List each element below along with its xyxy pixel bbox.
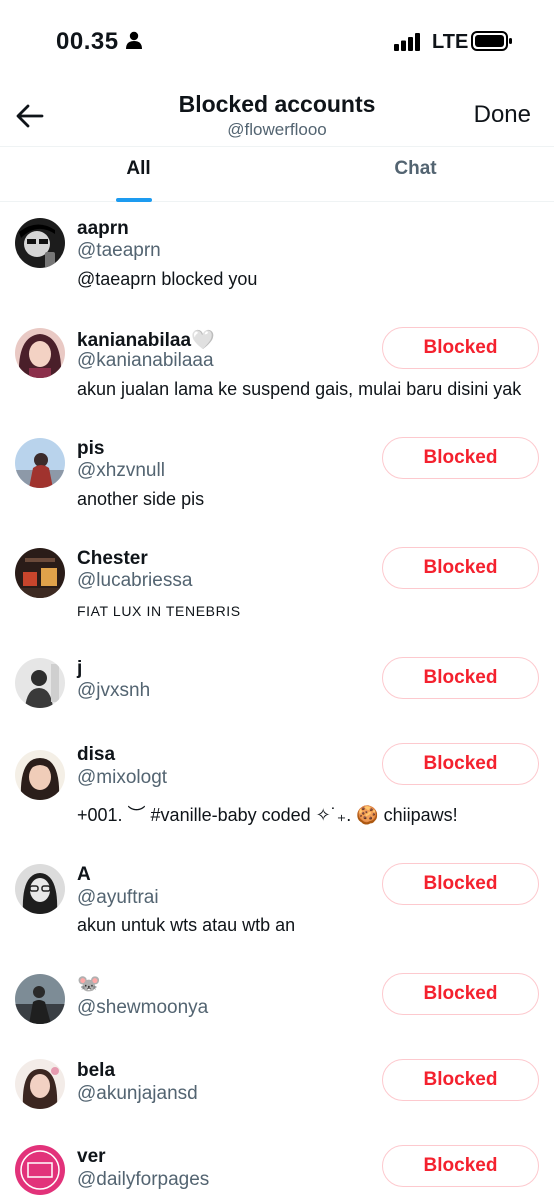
status-bar: 00.35 LTE [0,0,554,80]
account-row[interactable]: pis @xhzvnull another side pis Blocked [0,421,554,531]
account-row[interactable]: A @ayuftrai akun untuk wts atau wtb an B… [0,857,554,967]
account-bio: FIAT LUX IN TENEBRIS [77,603,241,619]
page-title: Blocked accounts [178,91,376,117]
account-handle: @shewmoonya [77,997,209,1018]
account-bio: akun jualan lama ke suspend gais, mulai … [77,379,522,399]
account-handle: @kanianabilaaa [77,350,214,371]
status-time: 00.35 [56,28,119,55]
blocked-button[interactable]: Blocked [382,1059,539,1101]
account-handle: @jvxsnh [77,680,151,701]
avatar[interactable] [15,438,65,488]
avatar[interactable] [15,750,65,800]
top-bar: Blocked accounts @flowerflooo Done [0,80,554,146]
avatar[interactable] [15,328,65,378]
blocked-button[interactable]: Blocked [382,863,539,905]
avatar[interactable] [15,1145,65,1195]
tab-all-label: All [126,158,151,179]
avatar[interactable] [15,864,65,914]
done-button[interactable]: Done [474,101,531,129]
account-handle: @mixologt [77,767,168,788]
account-name: kanianabilaa🤍 [77,330,215,351]
account-handle: @dailyforpages [77,1169,210,1190]
blocked-button[interactable]: Blocked [382,437,539,479]
account-handle: @taeaprn [77,240,161,261]
tab-chat[interactable]: Chat [277,147,554,201]
account-row[interactable]: Chester @lucabriessa FIAT LUX IN TENEBRI… [0,531,554,641]
blocked-button[interactable]: Blocked [382,547,539,589]
avatar[interactable] [15,974,65,1024]
tab-chat-label: Chat [394,158,437,179]
account-row[interactable]: bela @akunjajansd Blocked [0,1052,554,1138]
account-row[interactable]: 🐭 @shewmoonya Blocked [0,967,554,1052]
account-bio: another side pis [77,489,205,509]
avatar[interactable] [15,1059,65,1109]
account-name: Chester [77,548,148,569]
blocked-button[interactable]: Blocked [382,327,539,369]
blocked-button[interactable]: Blocked [382,657,539,699]
signal-icon [394,33,420,51]
account-name: ver [77,1146,106,1167]
network-label: LTE [432,31,469,53]
avatar[interactable] [15,658,65,708]
account-handle: @lucabriessa [77,570,193,591]
account-name: bela [77,1060,116,1081]
avatar[interactable] [15,548,65,598]
account-bio: akun untuk wts atau wtb an [77,915,296,935]
account-handle: @akunjajansd [77,1083,198,1104]
account-row[interactable]: aaprn @taeaprn @taeaprn blocked you [0,201,554,311]
account-name: j [77,658,83,679]
account-name: A [77,864,91,885]
account-name: disa [77,744,116,765]
account-name: pis [77,438,105,459]
account-handle: @ayuftrai [77,887,159,908]
account-bio: @taeaprn blocked you [77,269,258,289]
page-subtitle: @flowerflooo [227,120,327,139]
blocked-button[interactable]: Blocked [382,743,539,785]
account-handle: @xhzvnull [77,460,165,481]
avatar[interactable] [15,218,65,268]
battery-icon [471,31,512,51]
blocked-button[interactable]: Blocked [382,973,539,1015]
account-row[interactable]: disa @mixologt +001. ︶ #vanille-baby cod… [0,737,554,857]
account-bio: +001. ︶ #vanille-baby coded ✧˙₊. 🍪 chiip… [77,805,458,825]
account-name: aaprn [77,218,129,239]
account-row[interactable]: ver @dailyforpages Blocked [0,1138,554,1200]
person-icon [126,31,142,49]
account-name: 🐭 [77,974,101,995]
account-row[interactable]: j @jvxsnh Blocked [0,641,554,737]
blocked-button[interactable]: Blocked [382,1145,539,1187]
tab-all[interactable]: All [0,147,277,201]
account-row[interactable]: kanianabilaa🤍 @kanianabilaaa akun jualan… [0,311,554,421]
tab-bar: All Chat [0,146,554,202]
